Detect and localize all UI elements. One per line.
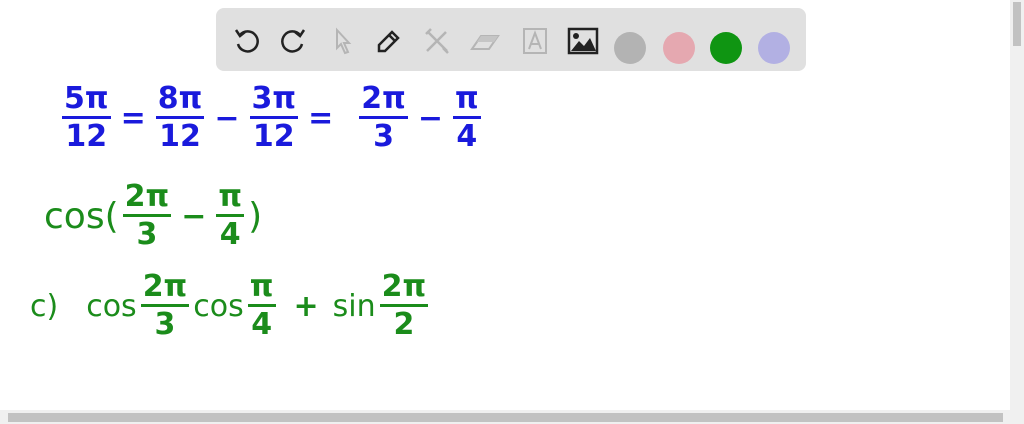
- fraction: 2π 3: [140, 269, 190, 342]
- fraction: 3π 12: [249, 81, 299, 154]
- fraction: 2π 3: [122, 179, 172, 252]
- equation-line-2: cos( 2π 3 − π4 ): [44, 179, 263, 252]
- equation-line-1: 5π 12 = 8π 12 − 3π 12 = 2π 3 − π4: [62, 81, 481, 154]
- horizontal-scrollbar[interactable]: [0, 410, 1024, 424]
- text-icon[interactable]: [518, 24, 552, 58]
- fraction: 2π 2: [379, 269, 429, 342]
- vertical-scroll-thumb[interactable]: [1013, 2, 1021, 46]
- fraction: 8π 12: [155, 81, 205, 154]
- drawing-toolbar: [216, 8, 806, 71]
- fraction: 5π 12: [62, 81, 111, 154]
- eraser-icon[interactable]: [468, 24, 502, 58]
- tools-icon[interactable]: [420, 24, 454, 58]
- color-swatch-lavender[interactable]: [758, 32, 790, 64]
- fraction: π4: [216, 179, 245, 252]
- redo-icon[interactable]: [276, 24, 310, 58]
- fraction: π4: [453, 81, 481, 154]
- pen-icon[interactable]: [372, 24, 406, 58]
- undo-icon[interactable]: [230, 24, 264, 58]
- horizontal-scroll-thumb[interactable]: [8, 413, 1003, 422]
- image-icon[interactable]: [566, 24, 600, 58]
- equation-line-3: c) cos 2π 3 cos π4 + sin 2π 2: [30, 269, 429, 342]
- color-swatch-gray[interactable]: [614, 32, 646, 64]
- color-swatch-pink[interactable]: [663, 32, 695, 64]
- select-icon[interactable]: [326, 24, 360, 58]
- vertical-scrollbar[interactable]: [1010, 0, 1024, 410]
- fraction: 2π 3: [359, 81, 408, 154]
- color-swatch-green[interactable]: [710, 32, 742, 64]
- fraction: π4: [247, 269, 276, 342]
